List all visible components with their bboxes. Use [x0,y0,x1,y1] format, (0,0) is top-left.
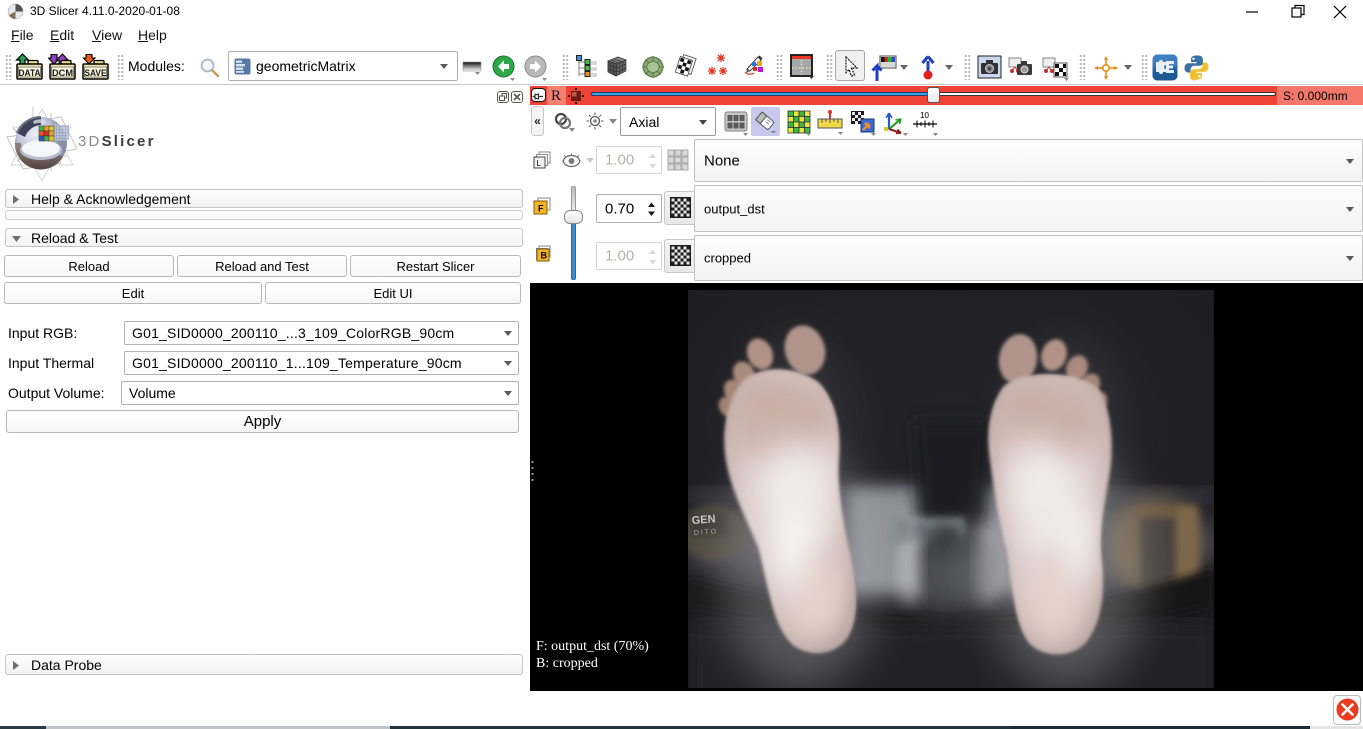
svg-text:DCM: DCM [52,68,73,79]
svg-text:L: L [537,159,542,168]
svg-text:SAVE: SAVE [85,68,107,79]
svg-text:DATA: DATA [19,68,41,79]
svg-text:B: B [541,251,548,261]
svg-text:10: 10 [920,111,929,120]
svg-text:F: F [538,204,544,214]
svg-text:GEN: GEN [691,513,716,527]
